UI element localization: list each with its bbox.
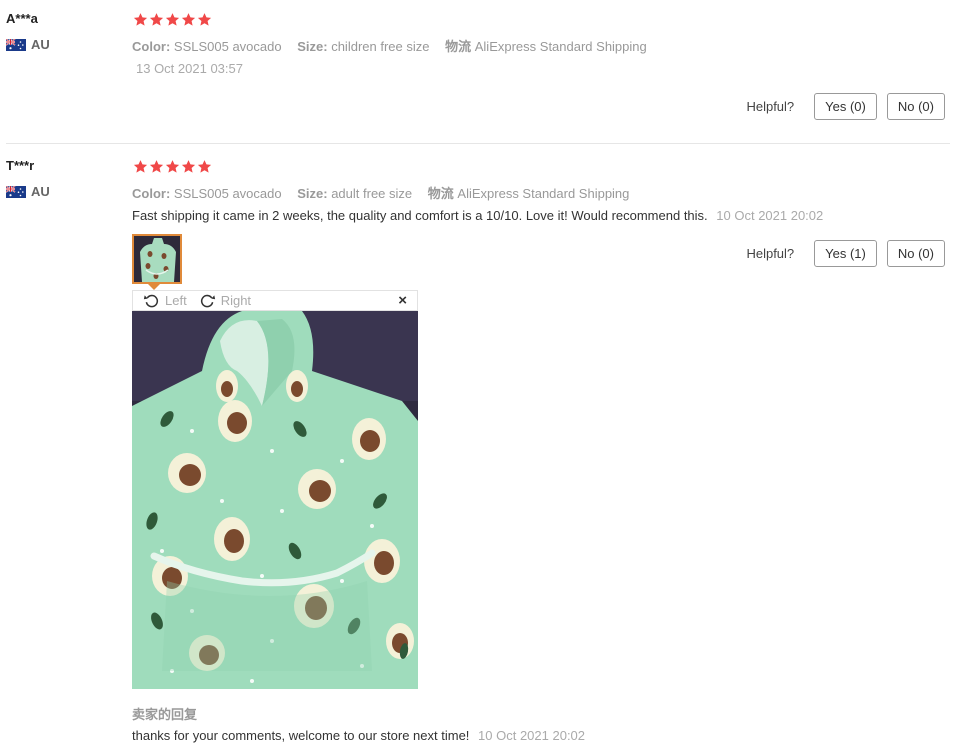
star-icon — [149, 13, 164, 26]
star-icon — [181, 13, 196, 26]
rotate-left-button[interactable]: Left — [143, 292, 187, 309]
helpful-vote: Helpful? Yes (1) No (0) — [746, 240, 945, 267]
star-icon — [197, 160, 212, 173]
rotate-right-label: Right — [220, 293, 252, 308]
reviewer-name: A***a — [6, 11, 38, 26]
attr-key: Color: — [132, 186, 171, 201]
review-date: 10 Oct 2021 20:02 — [716, 208, 824, 223]
helpful-yes-button[interactable]: Yes (1) — [814, 240, 877, 267]
order-attributes: Color: SSLS005 avocado Size: adult free … — [132, 183, 641, 202]
country-code: AU — [31, 184, 50, 199]
attr-value: SSLS005 avocado — [173, 39, 282, 54]
attr-key: 物流 — [445, 39, 472, 54]
seller-reply-row: thanks for your comments, welcome to our… — [132, 728, 585, 743]
attr-key: 物流 — [427, 186, 454, 201]
star-icon — [181, 160, 196, 173]
review-text: Fast shipping it came in 2 weeks, the qu… — [132, 208, 708, 223]
attr-value: adult free size — [331, 186, 413, 201]
star-rating — [133, 159, 212, 174]
rotate-left-label: Left — [165, 293, 187, 308]
attr-value: AliExpress Standard Shipping — [474, 39, 647, 54]
seller-reply-date: 10 Oct 2021 20:02 — [478, 728, 586, 743]
review-date: 13 Oct 2021 03:57 — [136, 61, 243, 76]
star-icon — [149, 160, 164, 173]
helpful-label: Helpful? — [746, 99, 795, 114]
reviewer-name: T***r — [6, 158, 35, 173]
review-item: A***a AU Color: SSLS005 avocado Size: ch… — [0, 0, 960, 143]
helpful-vote: Helpful? Yes (0) No (0) — [746, 93, 945, 120]
star-icon — [133, 160, 148, 173]
review-content-row: Fast shipping it came in 2 weeks, the qu… — [132, 208, 823, 223]
order-attributes: Color: SSLS005 avocado Size: children fr… — [132, 36, 659, 55]
star-rating — [133, 12, 212, 27]
seller-reply-text: thanks for your comments, welcome to our… — [132, 728, 470, 743]
helpful-yes-button[interactable]: Yes (0) — [814, 93, 877, 120]
star-icon — [197, 13, 212, 26]
attr-value: AliExpress Standard Shipping — [457, 186, 630, 201]
country-code: AU — [31, 37, 50, 52]
rotate-left-icon — [143, 294, 159, 308]
helpful-no-button[interactable]: No (0) — [886, 240, 945, 267]
hoodie-photo-image — [132, 311, 418, 689]
attr-value: children free size — [331, 39, 430, 54]
star-icon — [165, 13, 180, 26]
close-icon[interactable]: × — [398, 292, 407, 309]
photo-viewer-toolbar: Left Right × — [132, 290, 418, 311]
review-item: T***r AU Color: SSLS005 avocado Size: ad… — [0, 143, 960, 752]
review-date-row: 13 Oct 2021 03:57 — [136, 61, 243, 76]
rotate-right-icon — [200, 294, 215, 308]
attr-key: Size: — [297, 186, 328, 201]
australia-flag-icon — [6, 185, 26, 198]
rotate-right-button[interactable]: Right — [199, 292, 251, 309]
photo-thumbnail-image — [134, 236, 180, 282]
seller-reply-title: 卖家的回复 — [132, 707, 198, 722]
helpful-no-button[interactable]: No (0) — [886, 93, 945, 120]
australia-flag-icon — [6, 38, 26, 51]
attr-value: SSLS005 avocado — [173, 186, 282, 201]
review-photo — [132, 311, 418, 689]
star-icon — [133, 13, 148, 26]
attr-key: Size: — [297, 39, 328, 54]
review-photo-thumbnail[interactable] — [132, 234, 182, 284]
reviewer-country: AU — [6, 37, 50, 52]
attr-key: Color: — [132, 39, 171, 54]
star-icon — [165, 160, 180, 173]
photo-viewer: Left Right × — [132, 290, 418, 690]
reviewer-country: AU — [6, 184, 50, 199]
helpful-label: Helpful? — [746, 246, 795, 261]
